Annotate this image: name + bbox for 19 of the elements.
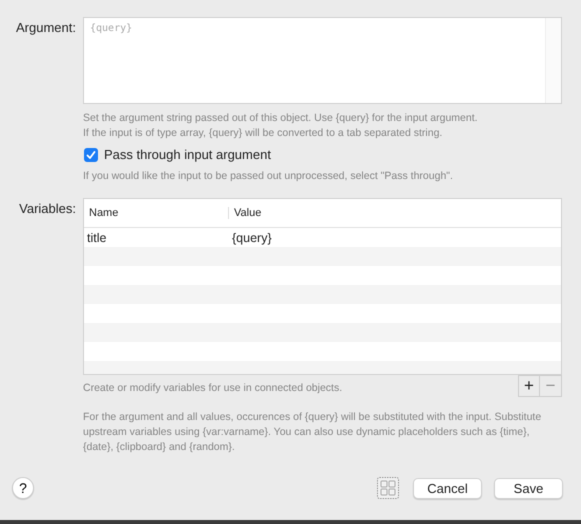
argument-label: Argument:: [15, 19, 76, 37]
variables-label: Variables:: [18, 200, 76, 218]
column-header[interactable]: Name: [84, 207, 228, 219]
help-button[interactable]: ?: [12, 477, 34, 499]
dialog-button[interactable]: Cancel: [413, 478, 482, 498]
grid-icon[interactable]: [377, 477, 399, 499]
dialog-button[interactable]: Save: [494, 478, 563, 498]
help-text: Create or modify variables for use in connected objects.: [83, 381, 342, 396]
argument-field[interactable]: {query}: [83, 17, 562, 104]
column-header[interactable]: Value: [228, 207, 262, 219]
table-cell-text: title: [86, 230, 108, 244]
add-button[interactable]: +: [518, 375, 540, 397]
pass-through-checkbox[interactable]: [84, 148, 98, 162]
help-text: For the argument and all values, occurences of {query} will be substituted with the input. Substitute upstream variables using {var:varname}. You can also use dynamic placeholders such as {time}, {date}, {clipboard} and {random}.: [83, 410, 542, 455]
pass-through-label[interactable]: Pass through input argument: [104, 147, 271, 162]
table-cell-text: {query}: [231, 230, 272, 244]
help-text: If the input is of type array, {query} will be converted to a tab separated string.: [83, 126, 444, 141]
help-text: If you would like the input to be passed out unprocessed, select "Pass through".: [83, 169, 454, 184]
help-text: Set the argument string passed out of this object. Use {query} for the input argument.: [83, 111, 479, 126]
